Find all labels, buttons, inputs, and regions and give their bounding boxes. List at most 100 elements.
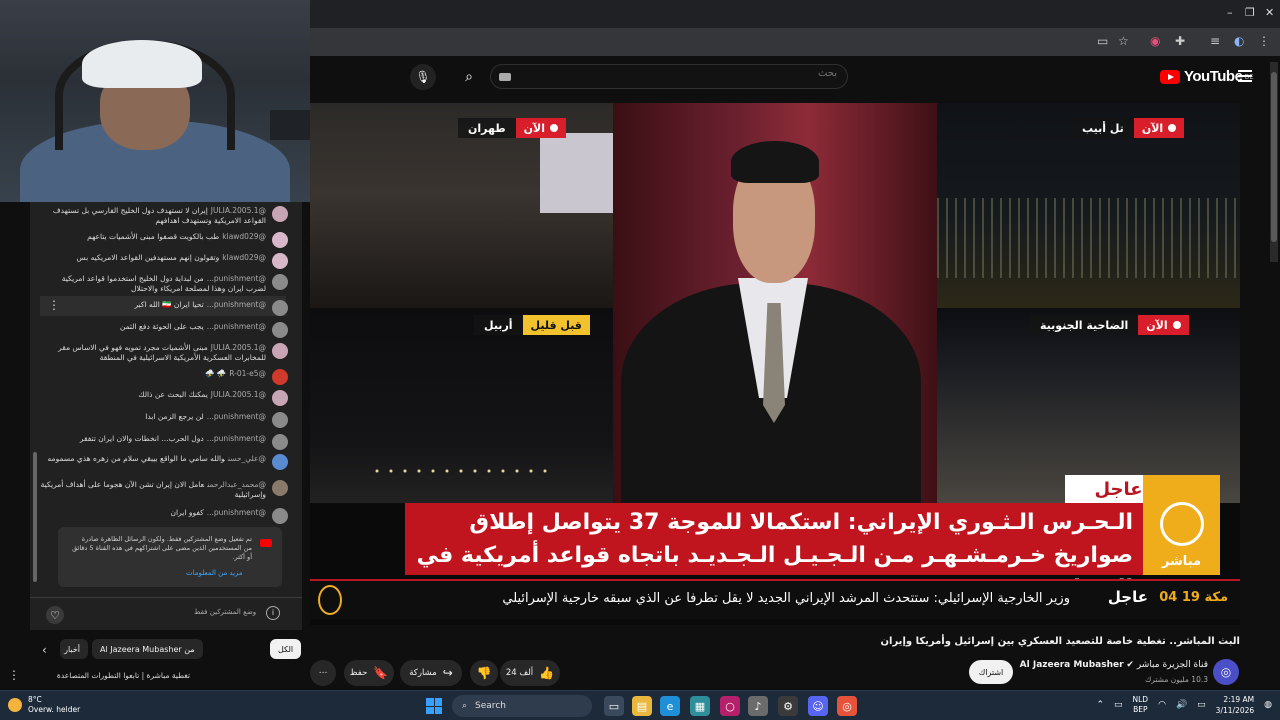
chat-message[interactable]: @punishment...لن يرجع الزمن ابدا bbox=[40, 412, 288, 428]
windows-start-icon[interactable] bbox=[426, 698, 442, 714]
chat-username: @JULIA.2005.1 bbox=[210, 206, 266, 215]
chat-message[interactable]: @JULIA.2005.1مبنى الأشميات مجرد تمويه فه… bbox=[40, 343, 288, 363]
chat-message[interactable]: @JULIA.2005.1يمكنك البحث عن ذالك bbox=[40, 390, 288, 406]
store-icon[interactable]: ▦ bbox=[690, 696, 710, 716]
more-actions-button[interactable]: ⋯ bbox=[310, 660, 336, 686]
chat-message[interactable]: @klawd029طب بالكويت قصفوا مبنى الأشميات … bbox=[40, 232, 288, 248]
camera-erbil bbox=[310, 308, 613, 503]
search-box[interactable] bbox=[490, 64, 848, 89]
channel-avatar[interactable]: ◎ bbox=[1213, 659, 1239, 685]
channel-name[interactable]: قناة الجزيرة مباشر ✔ Al Jazeera Mubasher bbox=[1020, 660, 1208, 670]
chat-message[interactable]: @punishment...تحيا ايران 🇮🇷 الله اكبر bbox=[40, 300, 288, 316]
thumbs-up-icon: 👍 bbox=[539, 666, 555, 680]
clock[interactable]: 2:19 AM 3/11/2026 bbox=[1216, 694, 1254, 716]
wifi-icon[interactable]: ◠ bbox=[1158, 700, 1166, 710]
screen-icon[interactable]: ▭ bbox=[1097, 34, 1108, 48]
chat-message[interactable]: @علي_حسنوالله سامي ما الواقع بيبقي سلام … bbox=[40, 454, 288, 470]
weather-widget[interactable]: 8°C Overw. helder bbox=[8, 695, 80, 715]
star-icon[interactable]: ☆ bbox=[1118, 34, 1129, 48]
maximize-icon[interactable]: ❐ bbox=[1245, 6, 1255, 19]
avatar[interactable] bbox=[272, 369, 288, 385]
obs-icon[interactable]: ○ bbox=[720, 696, 740, 716]
mic-icon[interactable]: 🎙 bbox=[410, 64, 436, 90]
menu-icon[interactable]: ⋮ bbox=[1258, 34, 1270, 48]
speaker-icon[interactable]: 🔊 bbox=[1176, 700, 1187, 710]
chat-message[interactable]: @محمد_عبدالرحمنعامل الان إيران تشن الآن … bbox=[40, 480, 288, 500]
avatar[interactable] bbox=[272, 508, 288, 524]
search-icon[interactable]: ⌕ bbox=[454, 64, 484, 90]
battery-icon[interactable]: ▭ bbox=[1197, 700, 1206, 710]
live-chat-panel: ⋮ @JULIA.2005.1إيران لا تستهدف دول الخلي… bbox=[30, 202, 310, 630]
chat-scrollbar[interactable] bbox=[33, 452, 37, 582]
before-badge: قبل قليل bbox=[522, 315, 590, 335]
chat-username: @klawd029 bbox=[222, 253, 266, 262]
steam-icon[interactable]: ⚙ bbox=[778, 696, 798, 716]
avatar[interactable] bbox=[272, 253, 288, 269]
chat-message[interactable]: @punishment...كفوو ايران bbox=[40, 508, 288, 524]
minimize-icon[interactable]: – bbox=[1227, 6, 1233, 19]
chat-username: @punishment... bbox=[206, 508, 266, 517]
chat-message[interactable]: @klawd029وتقولون إنهم مستهدفين القواعد ا… bbox=[40, 253, 288, 269]
avatar[interactable] bbox=[272, 434, 288, 450]
edge-icon[interactable]: e bbox=[660, 696, 680, 716]
video-player[interactable]: طهران الآن أربيل قبل قليل تل أبيب الآن ا… bbox=[310, 103, 1240, 625]
chevron-left-icon[interactable]: ‹ bbox=[42, 643, 47, 657]
chip-news[interactable]: أخبار bbox=[60, 639, 88, 659]
avatar[interactable] bbox=[272, 480, 288, 496]
network-icon[interactable]: ▭ bbox=[1114, 700, 1123, 710]
chip-all[interactable]: الكل bbox=[270, 639, 302, 659]
share-button[interactable]: مشاركة ↪ bbox=[400, 660, 462, 686]
more-icon[interactable]: ⋮ bbox=[8, 668, 20, 682]
app-icon[interactable]: ♪ bbox=[748, 696, 768, 716]
file-explorer-icon[interactable]: ▤ bbox=[632, 696, 652, 716]
chat-message[interactable]: @punishment...من لبداية دول الخليج استخد… bbox=[40, 274, 288, 294]
avatar[interactable] bbox=[272, 343, 288, 359]
avatar[interactable] bbox=[272, 390, 288, 406]
chrome-icon[interactable]: ◎ bbox=[837, 696, 857, 716]
hamburger-menu-icon[interactable] bbox=[1238, 70, 1252, 82]
chat-message[interactable]: @R-01-e5⛈️ ⛈️ bbox=[40, 369, 288, 385]
search-input[interactable] bbox=[637, 68, 837, 79]
chat-username: @klawd029 bbox=[222, 232, 266, 241]
subscribe-button[interactable]: اشتراك bbox=[969, 660, 1013, 684]
extension-icon[interactable]: ◉ bbox=[1150, 34, 1160, 48]
page-scrollbar[interactable] bbox=[1270, 62, 1278, 262]
info-icon[interactable]: i bbox=[266, 606, 280, 620]
weather-condition: Overw. helder bbox=[28, 705, 81, 714]
discord-icon[interactable]: ☺ bbox=[808, 696, 828, 716]
aljazeera-mark-icon bbox=[1159, 502, 1204, 546]
dislike-button[interactable]: 👎 bbox=[470, 660, 498, 686]
related-video-title[interactable]: تغطية مباشرة | تابعوا التطورات المتصاعدة bbox=[40, 670, 190, 681]
tag-erbil: أربيل قبل قليل bbox=[474, 315, 590, 335]
avatar[interactable] bbox=[272, 206, 288, 222]
chip-from-channel[interactable]: من Al Jazeera Mubasher bbox=[92, 639, 203, 659]
chat-username: @محمد_عبدالرحمن bbox=[207, 480, 266, 489]
list-icon[interactable]: ≡ bbox=[1210, 34, 1220, 48]
avatar[interactable] bbox=[272, 454, 288, 470]
keyboard-icon[interactable] bbox=[499, 73, 511, 81]
language-indicator[interactable]: NLD BEP bbox=[1133, 695, 1149, 715]
chat-message[interactable]: @JULIA.2005.1إيران لا تستهدف دول الخليج … bbox=[40, 206, 288, 226]
task-view-icon[interactable]: ▭ bbox=[604, 696, 624, 716]
learn-more-link[interactable]: مزيد من المعلومات bbox=[186, 569, 243, 577]
chevron-up-icon[interactable]: ⌃ bbox=[1096, 700, 1104, 710]
chat-message[interactable]: @punishment...دول الحرب... انخطات والان … bbox=[40, 434, 288, 450]
avatar[interactable] bbox=[272, 232, 288, 248]
chat-text: ⛈️ ⛈️ bbox=[205, 369, 227, 378]
profile-icon[interactable]: ◐ bbox=[1234, 34, 1244, 48]
taskbar-search[interactable]: ⌕ Search bbox=[452, 695, 592, 717]
avatar[interactable] bbox=[272, 412, 288, 428]
subscribers-only-notice: تم تفعيل وضع المشتركين فقط. ولكون الرسائ… bbox=[58, 527, 282, 587]
chat-message[interactable]: @punishment...يجب على الحوثة دفع الثمن bbox=[40, 322, 288, 338]
puzzle-icon[interactable]: ✚ bbox=[1175, 34, 1185, 48]
save-button[interactable]: حفظ 🔖 bbox=[344, 660, 394, 686]
avatar[interactable] bbox=[272, 322, 288, 338]
chat-text: تحيا ايران 🇮🇷 الله اكبر bbox=[134, 300, 204, 309]
chat-username: @JULIA.2005.1 bbox=[210, 390, 266, 399]
notification-icon[interactable]: ◍ bbox=[1264, 700, 1272, 710]
close-icon[interactable]: ✕ bbox=[1265, 6, 1274, 19]
like-button[interactable]: 24 ألف 👍 bbox=[500, 660, 560, 686]
avatar[interactable] bbox=[272, 300, 288, 316]
avatar[interactable] bbox=[272, 274, 288, 290]
heart-icon[interactable]: ♡ bbox=[46, 606, 64, 624]
